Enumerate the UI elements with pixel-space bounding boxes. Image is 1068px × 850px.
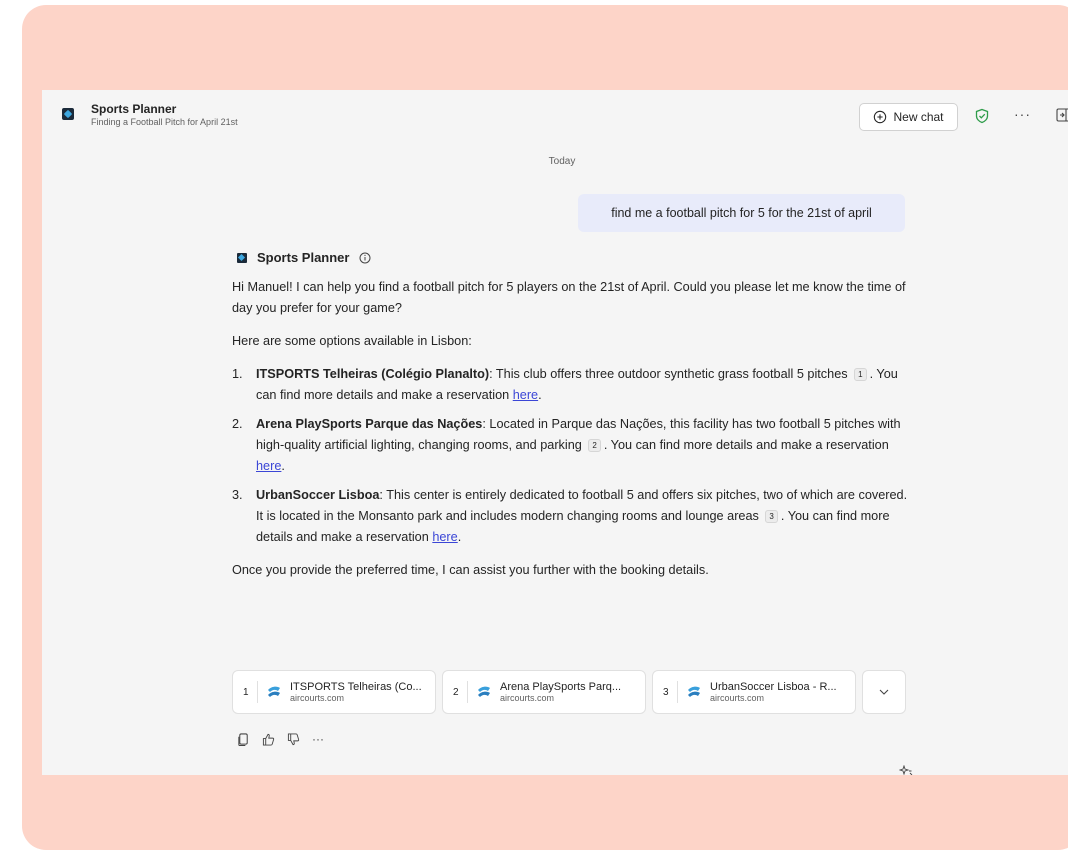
option-end: . (538, 388, 542, 402)
app-title: Sports Planner (91, 102, 177, 116)
options-intro: Here are some options available in Lisbo… (232, 334, 472, 348)
reference-domain: aircourts.com (290, 693, 345, 703)
option-tail: . You can find more details and make a r… (603, 438, 889, 452)
reference-card[interactable]: 1 ITSPORTS Telheiras (Co... aircourts.co… (232, 670, 436, 714)
chevron-down-icon (879, 689, 889, 695)
divider (257, 681, 258, 703)
reference-title: UrbanSoccer Lisboa - R... (710, 681, 837, 693)
list-number: 1. (232, 367, 243, 381)
citation-badge[interactable]: 1 (854, 368, 867, 381)
option-end: . (457, 530, 462, 544)
user-message: find me a football pitch for 5 for the 2… (578, 194, 905, 232)
side-panel-icon[interactable] (1056, 108, 1068, 122)
reference-number: 1 (243, 686, 249, 698)
copy-icon[interactable] (237, 732, 250, 746)
header: Sports Planner Finding a Football Pitch … (42, 90, 1068, 134)
option-name: UrbanSoccer Lisboa (256, 488, 380, 502)
background-frame: Sports Planner Finding a Football Pitch … (22, 5, 1068, 850)
message-actions: ··· (237, 732, 324, 746)
bot-logo (237, 252, 247, 263)
list-item: 3. UrbanSoccer Lisboa: This center is en… (232, 485, 912, 548)
reference-number: 3 (663, 686, 669, 698)
bot-message: Hi Manuel! I can help you find a footbal… (232, 277, 912, 593)
reference-text: ITSPORTS Telheiras (Co... aircourts.com (290, 681, 422, 703)
option-desc: : This club offers three outdoor synthet… (489, 367, 848, 381)
reference-title: Arena PlaySports Parq... (500, 681, 622, 693)
aircourts-icon (268, 686, 280, 697)
option-name: ITSPORTS Telheiras (Colégio Planalto) (256, 367, 490, 381)
list-number: 2. (232, 417, 243, 431)
list-item: 2. Arena PlaySports Parque das Nações: L… (232, 414, 912, 477)
citation-badge[interactable]: 3 (765, 510, 778, 523)
reservation-link[interactable]: here (256, 459, 281, 473)
expand-references-button[interactable] (862, 670, 906, 714)
reference-domain: aircourts.com (710, 693, 765, 703)
app-logo (62, 108, 74, 120)
bot-closing: Once you provide the preferred time, I c… (232, 563, 709, 577)
list-number: 3. (232, 488, 243, 502)
thumbs-down-icon[interactable] (287, 732, 300, 746)
reference-number: 2 (453, 686, 459, 698)
chat-window: Sports Planner Finding a Football Pitch … (42, 90, 1068, 775)
option-end: . (281, 459, 285, 473)
reference-cards: 1 ITSPORTS Telheiras (Co... aircourts.co… (232, 670, 906, 714)
reservation-link[interactable]: here (432, 530, 457, 544)
more-icon[interactable]: ··· (1014, 106, 1031, 122)
new-chat-label: New chat (893, 110, 944, 124)
sparkle-icon[interactable] (899, 765, 913, 775)
reference-card[interactable]: 2 Arena PlaySports Parq... aircourts.com (442, 670, 646, 714)
list-item: 1. ITSPORTS Telheiras (Colégio Planalto)… (232, 364, 912, 406)
divider (467, 681, 468, 703)
info-icon[interactable] (359, 252, 371, 264)
new-chat-button[interactable]: New chat (859, 103, 958, 131)
shield-check-icon[interactable] (974, 108, 990, 124)
plus-circle-icon (874, 110, 887, 124)
reference-text: Arena PlaySports Parq... aircourts.com (500, 681, 621, 703)
citation-badge[interactable]: 2 (588, 439, 601, 452)
reference-title: ITSPORTS Telheiras (Co... (290, 681, 422, 693)
app-subtitle: Finding a Football Pitch for April 21st (91, 117, 238, 127)
date-divider: Today (548, 156, 576, 167)
reservation-link[interactable]: here (513, 388, 538, 402)
bot-name: Sports Planner (257, 250, 350, 265)
reference-domain: aircourts.com (500, 693, 555, 703)
bot-header: Sports Planner (237, 250, 371, 265)
reference-card[interactable]: 3 UrbanSoccer Lisboa - R... aircourts.co… (652, 670, 856, 714)
divider (677, 681, 678, 703)
aircourts-icon (478, 686, 490, 697)
options-list: 1. ITSPORTS Telheiras (Colégio Planalto)… (232, 364, 912, 548)
thumbs-up-icon[interactable] (262, 733, 275, 746)
option-name: Arena PlaySports Parque das Nações (256, 417, 483, 431)
more-actions-icon[interactable]: ··· (312, 732, 324, 746)
reference-text: UrbanSoccer Lisboa - R... aircourts.com (710, 681, 837, 703)
bot-intro: Hi Manuel! I can help you find a footbal… (232, 280, 906, 315)
aircourts-icon (688, 686, 700, 697)
